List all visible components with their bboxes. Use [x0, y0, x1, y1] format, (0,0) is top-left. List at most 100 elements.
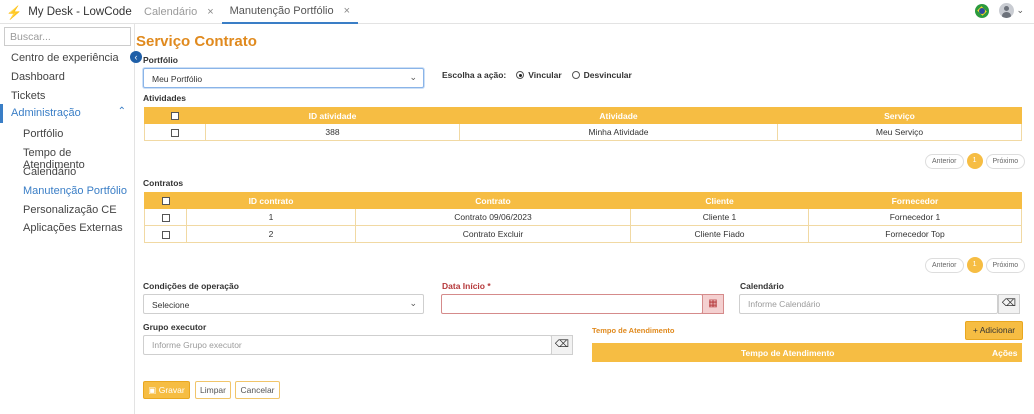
sidebar-group-administracao[interactable]: Administração ⌃ — [0, 104, 134, 123]
chevron-up-icon: ⌃ — [117, 106, 126, 117]
sidebar-item-tickets[interactable]: Tickets — [11, 90, 45, 102]
column-header[interactable]: Tempo de Atendimento — [741, 348, 835, 358]
user-menu[interactable]: ⌄ — [999, 3, 1024, 18]
checkbox[interactable] — [171, 128, 179, 137]
grupo-executor-label: Grupo executor — [143, 322, 207, 332]
radio-label: Vincular — [528, 70, 562, 80]
table-cell: Fornecedor 1 — [808, 208, 1022, 226]
data-inicio-label: Data Início * — [442, 281, 491, 291]
row-select[interactable] — [144, 225, 187, 243]
tab-bar: Calendário × Manutenção Portfólio × — [136, 0, 359, 24]
sidebar-item-manutencao-portfolio[interactable]: Manutenção Portfólio — [23, 185, 127, 197]
search-input[interactable] — [4, 27, 131, 46]
close-icon[interactable]: × — [344, 5, 350, 17]
pager-next-button[interactable]: Próximo — [985, 153, 1026, 169]
table-cell: 1 — [186, 208, 356, 226]
pager-prev-button[interactable]: Anterior — [925, 153, 964, 169]
pager-prev-button[interactable]: Anterior — [925, 257, 964, 273]
grupo-executor-input[interactable] — [143, 335, 552, 355]
sidebar-item-portfolio[interactable]: Portfólio — [23, 128, 63, 140]
column-header[interactable]: ID contrato — [186, 192, 356, 209]
avatar — [999, 3, 1015, 18]
data-inicio-input[interactable] — [441, 294, 703, 314]
sidebar-item-personalizacao-ce[interactable]: Personalização CE — [23, 204, 117, 216]
column-header[interactable]: Ações — [992, 348, 1018, 358]
table-cell: 2 — [186, 225, 356, 243]
sidebar-item-dashboard[interactable]: Dashboard — [11, 71, 65, 83]
checkbox[interactable] — [161, 213, 170, 222]
table-row[interactable]: 388 Minha Atividade Meu Serviço — [144, 123, 1022, 141]
table-cell: Fornecedor Top — [808, 225, 1022, 243]
sidebar-item-calendario[interactable]: Calendário — [23, 166, 76, 178]
radio-label: Desvincular — [583, 70, 632, 80]
eraser-icon[interactable]: ⌫ — [998, 294, 1020, 314]
column-header[interactable]: Serviço — [777, 107, 1022, 124]
radio-desvincular[interactable]: Desvincular — [571, 70, 632, 80]
page-title: Serviço Contrato — [136, 33, 257, 50]
calendar-icon[interactable]: ▦ — [702, 294, 724, 314]
top-bar: ⚡ My Desk - LowCode Calendário × Manuten… — [0, 0, 1034, 24]
condicoes-label: Condições de operação — [143, 281, 239, 291]
column-header[interactable]: Fornecedor — [808, 192, 1022, 209]
atividades-label: Atividades — [143, 93, 186, 103]
atividades-pager: Anterior 1 Próximo — [925, 153, 1026, 169]
table-cell: Cliente Fiado — [630, 225, 809, 243]
pager-current-page[interactable]: 1 — [966, 257, 983, 273]
column-header[interactable]: Contrato — [355, 192, 631, 209]
portfolio-label: Portfólio — [143, 55, 178, 65]
condicoes-select[interactable]: Selecione ⌄ — [143, 294, 424, 314]
collapse-sidebar-icon[interactable]: ‹ — [130, 51, 142, 63]
chevron-down-icon: ⌄ — [1016, 5, 1024, 15]
radio-unchecked-icon — [571, 71, 580, 79]
brazil-flag-icon[interactable] — [975, 3, 990, 18]
table-cell: Minha Atividade — [459, 123, 778, 141]
table-row[interactable]: 1 Contrato 09/06/2023 Cliente 1 Forneced… — [144, 208, 1022, 226]
pager-current-page[interactable]: 1 — [966, 153, 983, 169]
select-all-header[interactable] — [144, 192, 187, 209]
tab-label: Manutenção Portfólio — [229, 5, 334, 17]
checkbox[interactable] — [171, 112, 179, 121]
sidebar-item-aplicacoes-externas[interactable]: Aplicações Externas — [23, 222, 123, 234]
add-button[interactable]: + Adicionar — [965, 321, 1023, 340]
column-header[interactable]: Cliente — [630, 192, 809, 209]
checkbox[interactable] — [161, 230, 170, 239]
save-button[interactable]: ▣ Gravar — [143, 381, 190, 399]
brand[interactable]: ⚡ My Desk - LowCode — [6, 4, 132, 20]
table-cell: Contrato Excluir — [355, 225, 631, 243]
contratos-label: Contratos — [143, 178, 184, 188]
tab-manutencao-portfolio[interactable]: Manutenção Portfólio × — [221, 0, 359, 24]
sidebar-group-label: Administração — [11, 107, 81, 119]
tempo-atendimento-table-header: Tempo de Atendimento Ações — [592, 343, 1022, 362]
save-icon: ▣ — [148, 385, 157, 395]
eraser-icon[interactable]: ⌫ — [551, 335, 573, 355]
tab-label: Calendário — [144, 6, 198, 18]
contratos-table: ID contrato Contrato Cliente Fornecedor … — [144, 192, 1022, 243]
cancel-button[interactable]: Cancelar — [235, 381, 280, 399]
pager-next-button[interactable]: Próximo — [985, 257, 1026, 273]
sidebar-item-centro-experiencia[interactable]: Centro de experiência — [11, 52, 119, 64]
column-header[interactable]: ID atividade — [205, 107, 460, 124]
calendario-label: Calendário — [740, 281, 784, 291]
acao-label: Escolha a ação: — [442, 70, 507, 80]
chevron-down-icon: ⌄ — [409, 72, 417, 82]
radio-checked-icon — [516, 71, 525, 79]
calendario-input[interactable] — [739, 294, 998, 314]
column-header[interactable]: Atividade — [459, 107, 778, 124]
table-cell: Cliente 1 — [630, 208, 809, 226]
tab-calendario[interactable]: Calendário × — [136, 0, 222, 24]
table-row[interactable]: 2 Contrato Excluir Cliente Fiado Fornece… — [144, 225, 1022, 243]
portfolio-select[interactable]: Meu Portfólio ⌄ — [143, 68, 424, 88]
close-icon[interactable]: × — [207, 6, 213, 18]
sidebar: Centro de experiência Dashboard Tickets … — [0, 24, 135, 414]
row-select[interactable] — [144, 208, 187, 226]
row-select[interactable] — [144, 123, 206, 141]
table-cell: Meu Serviço — [777, 123, 1022, 141]
acao-radio-group: Escolha a ação: Vincular Desvincular — [442, 70, 636, 80]
select-all-header[interactable] — [144, 107, 206, 124]
radio-vincular[interactable]: Vincular — [516, 70, 562, 80]
contratos-pager: Anterior 1 Próximo — [925, 257, 1026, 273]
app-title: My Desk - LowCode — [28, 6, 132, 18]
checkbox[interactable] — [161, 197, 170, 206]
lightning-logo-icon: ⚡ — [6, 4, 23, 20]
clear-button[interactable]: Limpar — [195, 381, 231, 399]
